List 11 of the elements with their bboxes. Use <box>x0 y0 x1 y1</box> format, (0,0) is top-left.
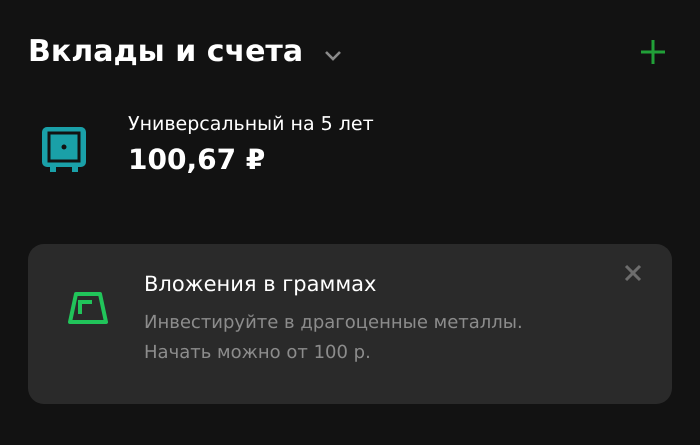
promo-text: Инвестируйте в драгоценные металлы. Начать можно от 100 р. <box>144 311 524 365</box>
account-name: Универсальный на 5 лет <box>128 113 374 135</box>
ingot-icon <box>68 292 108 324</box>
add-icon[interactable] <box>640 38 666 64</box>
account-balance: 100,67 ₽ <box>128 143 266 176</box>
section-title: Вклады и счета <box>28 34 304 69</box>
promo-title: Вложения в граммах <box>144 272 378 296</box>
close-icon[interactable] <box>624 264 642 282</box>
chevron-down-icon[interactable] <box>323 50 344 62</box>
promo-card[interactable]: Вложения в граммах Инвестируйте в драгоценные металлы. Начать можно от 100 р. <box>28 244 672 404</box>
safe-icon <box>42 127 86 173</box>
